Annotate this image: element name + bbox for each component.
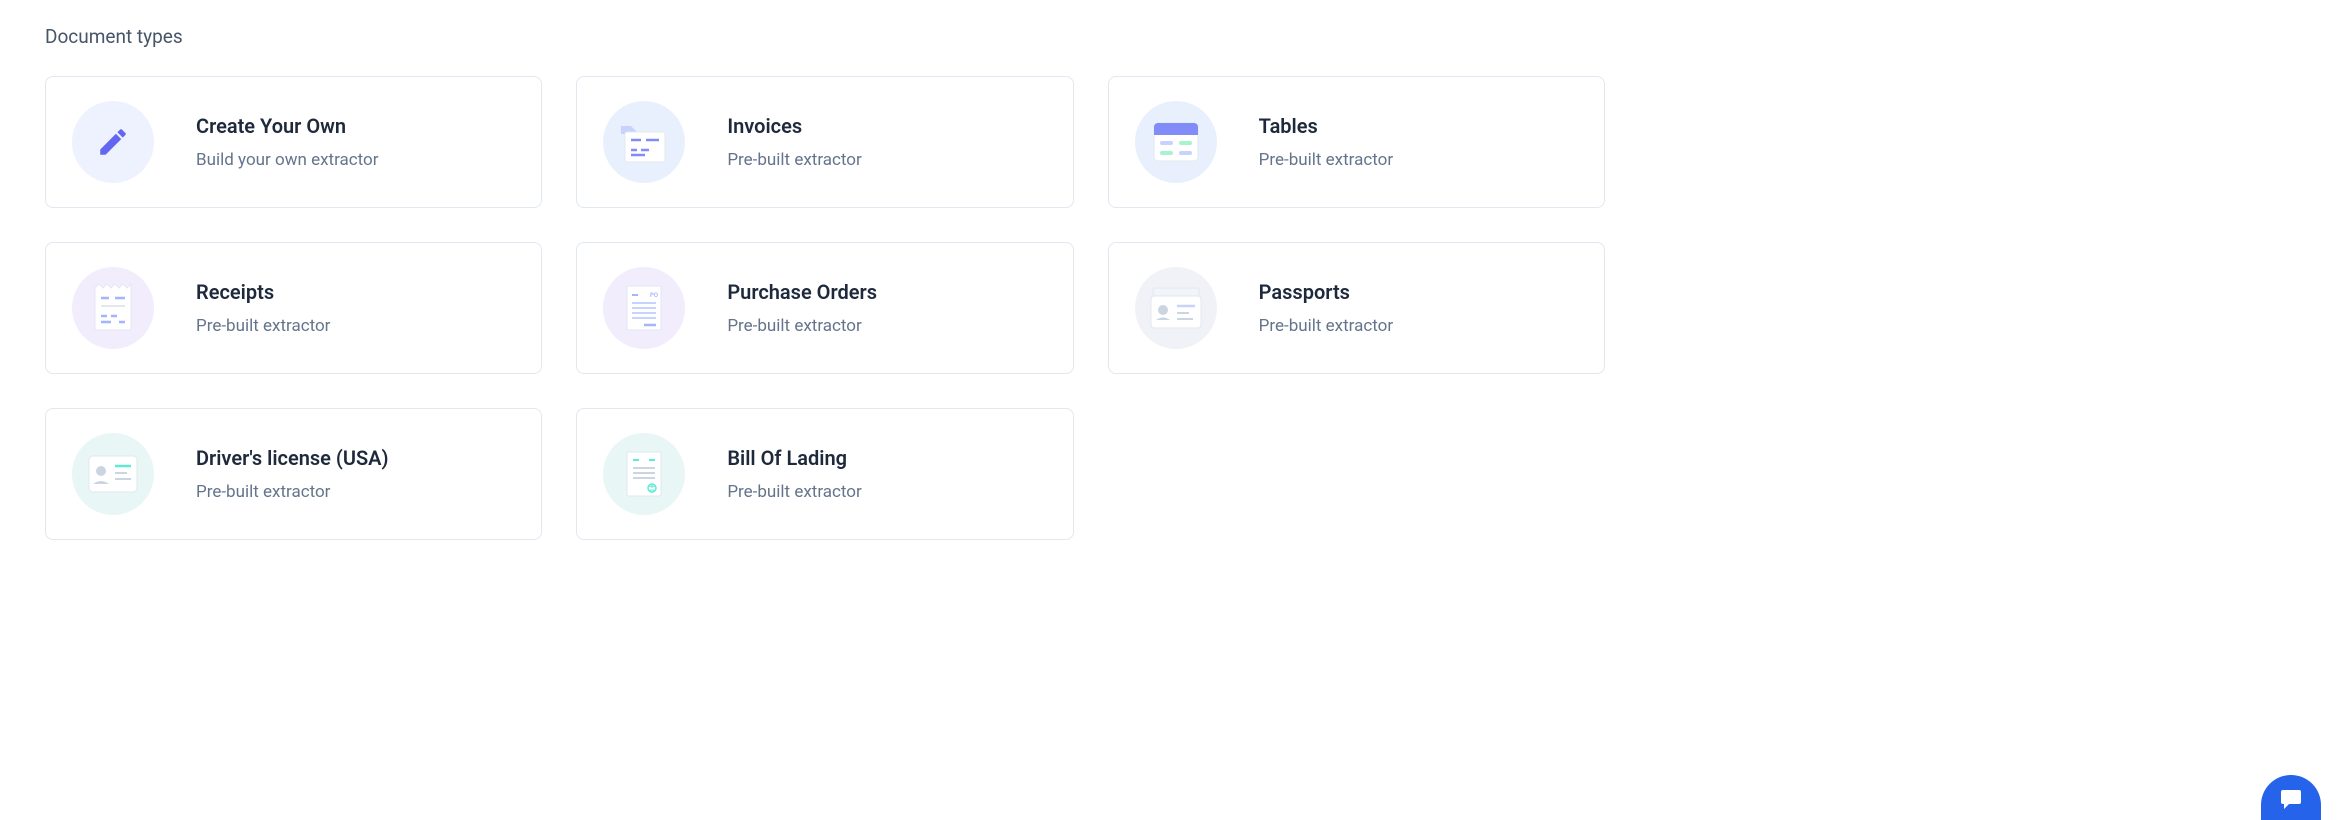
table-icon	[1135, 101, 1217, 183]
pencil-icon	[72, 101, 154, 183]
card-title: Create Your Own	[196, 114, 379, 138]
receipt-icon	[72, 267, 154, 349]
card-title: Purchase Orders	[727, 280, 877, 304]
card-subtitle: Build your own extractor	[196, 150, 379, 170]
card-purchase-orders[interactable]: PO Purchase Orders Pre-built extractor	[576, 242, 1073, 374]
svg-text:PO: PO	[650, 292, 658, 299]
purchase-order-icon: PO	[603, 267, 685, 349]
card-title: Receipts	[196, 280, 330, 304]
card-title: Bill Of Lading	[727, 446, 861, 470]
card-subtitle: Pre-built extractor	[196, 316, 330, 336]
card-title: Driver's license (USA)	[196, 446, 389, 470]
card-subtitle: Pre-built extractor	[1259, 150, 1393, 170]
card-subtitle: Pre-built extractor	[727, 482, 861, 502]
chat-widget-button[interactable]	[2261, 775, 2321, 820]
section-title: Document types	[45, 25, 2296, 48]
card-bill-of-lading[interactable]: Bill Of Lading Pre-built extractor	[576, 408, 1073, 540]
card-title: Invoices	[727, 114, 861, 138]
card-title: Tables	[1259, 114, 1393, 138]
card-subtitle: Pre-built extractor	[196, 482, 389, 502]
card-invoices[interactable]: Invoices Pre-built extractor	[576, 76, 1073, 208]
card-tables[interactable]: Tables Pre-built extractor	[1108, 76, 1605, 208]
card-subtitle: Pre-built extractor	[727, 150, 861, 170]
document-types-grid: Create Your Own Build your own extractor…	[45, 76, 1605, 540]
passport-icon	[1135, 267, 1217, 349]
drivers-license-icon	[72, 433, 154, 515]
card-receipts[interactable]: Receipts Pre-built extractor	[45, 242, 542, 374]
card-create-your-own[interactable]: Create Your Own Build your own extractor	[45, 76, 542, 208]
bill-of-lading-icon	[603, 433, 685, 515]
card-subtitle: Pre-built extractor	[727, 316, 877, 336]
card-passports[interactable]: Passports Pre-built extractor	[1108, 242, 1605, 374]
card-subtitle: Pre-built extractor	[1259, 316, 1393, 336]
card-title: Passports	[1259, 280, 1393, 304]
chat-icon	[2277, 788, 2305, 814]
card-drivers-license[interactable]: Driver's license (USA) Pre-built extract…	[45, 408, 542, 540]
invoice-icon	[603, 101, 685, 183]
